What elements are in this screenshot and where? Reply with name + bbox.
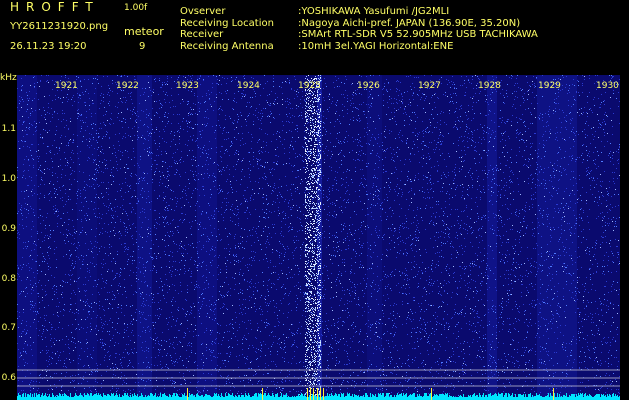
x-tick-label: 1930: [596, 81, 619, 91]
spectrogram-band: [487, 75, 497, 400]
spectrogram: [17, 75, 620, 400]
timestamp: 26.11.23 19:20: [10, 41, 87, 52]
station-value: :SMArt RTL-SDR V5 52.905MHz USB TACHIKAW…: [298, 29, 538, 40]
meteor-label: meteor: [124, 25, 164, 38]
x-tick-label: 1928: [478, 81, 501, 91]
y-tick-label: 0.7: [1, 323, 16, 333]
station-row: Receiving Location :Nagoya Aichi-pref. JA…: [180, 18, 538, 30]
y-tick-label: 1.0: [1, 174, 16, 184]
spectrogram-canvas: [17, 75, 620, 400]
x-tick-label: 1925: [298, 81, 321, 91]
station-key: Receiving Location: [180, 17, 274, 29]
station-row: Receiver :SMArt RTL-SDR V5 52.905MHz USB …: [180, 29, 538, 41]
station-key: Receiver: [180, 29, 224, 40]
station-value: :Nagoya Aichi-pref. JAPAN (136.90E, 35.2…: [298, 17, 521, 29]
x-tick-label: 1924: [237, 81, 260, 91]
app-title: HROFFT: [10, 0, 100, 14]
station-key: Receiving Antenna: [180, 40, 274, 52]
spectrogram-band: [367, 75, 382, 400]
x-tick-label: 1922: [116, 81, 139, 91]
y-tick-label: 0.6: [1, 373, 16, 383]
x-tick-label: 1926: [357, 81, 380, 91]
x-tick-label: 1927: [418, 81, 441, 91]
x-tick-label: 1923: [176, 81, 199, 91]
y-tick-label: 1.1: [1, 124, 16, 134]
station-value: :YOSHIKAWA Yasufumi /JG2MLI: [298, 6, 450, 17]
x-tick-label: 1921: [55, 81, 78, 91]
station-row: Receiving Antenna :10mH 3el.YAGI Horizont…: [180, 41, 538, 53]
file-name: YY2611231920.png: [10, 21, 109, 32]
station-row: Ovserver :YOSHIKAWA Yasufumi /JG2MLI: [180, 6, 538, 18]
spectrogram-band: [17, 75, 37, 400]
meteor-count: 9: [139, 41, 146, 52]
y-tick-label: 0.8: [1, 274, 16, 284]
station-key: Ovserver: [180, 6, 226, 17]
version-label: 1.00f: [124, 3, 148, 13]
station-info: Ovserver :YOSHIKAWA Yasufumi /JG2MLI Rece…: [180, 6, 538, 52]
x-tick-label: 1929: [538, 81, 561, 91]
y-tick-label: 0.9: [1, 224, 16, 234]
station-value: :10mH 3el.YAGI Horizontal:ENE: [298, 40, 454, 52]
y-axis-unit: kHz: [0, 73, 17, 83]
